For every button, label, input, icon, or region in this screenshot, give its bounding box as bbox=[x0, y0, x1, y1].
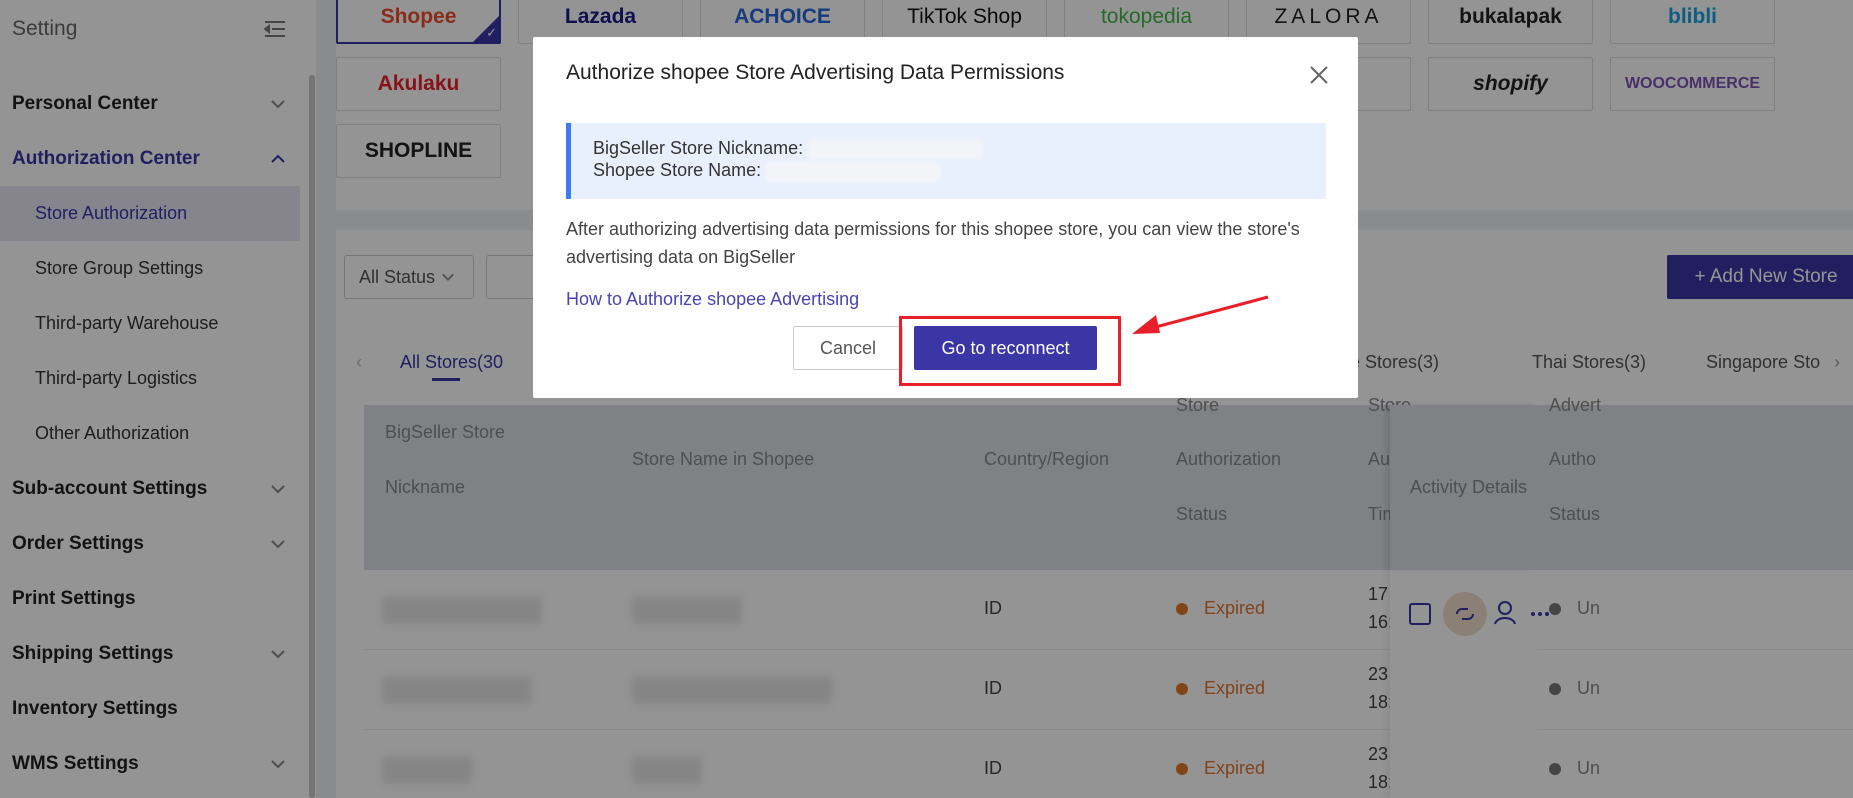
store-name-label: Shopee Store Name: bbox=[593, 160, 762, 181]
store-info-box: BigSeller Store Nickname: Shopee Store N… bbox=[566, 123, 1326, 199]
redacted-nickname bbox=[808, 139, 984, 160]
nickname-line: BigSeller Store Nickname: bbox=[593, 137, 1304, 160]
annotation-highlight-box bbox=[899, 316, 1121, 386]
store-name-line: Shopee Store Name: bbox=[593, 159, 1304, 182]
redacted-store-name bbox=[766, 161, 942, 182]
nickname-label: BigSeller Store Nickname: bbox=[593, 138, 804, 158]
modal-description: After authorizing advertising data permi… bbox=[566, 219, 1300, 267]
modal-title: Authorize shopee Store Advertising Data … bbox=[566, 61, 1065, 84]
howto-link[interactable]: How to Authorize shopee Advertising bbox=[566, 289, 859, 310]
annotation-arrow-icon bbox=[1132, 295, 1269, 334]
cancel-button[interactable]: Cancel bbox=[793, 326, 903, 370]
close-icon[interactable] bbox=[1309, 65, 1329, 85]
